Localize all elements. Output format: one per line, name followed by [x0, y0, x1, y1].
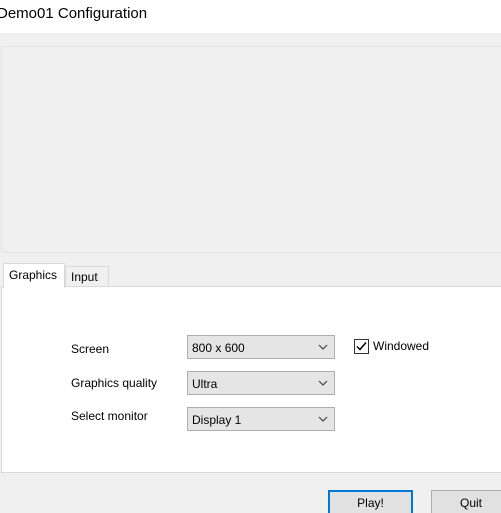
windowed-option[interactable]: Windowed — [354, 337, 429, 355]
title-bar: Demo01 Configuration — [0, 0, 501, 33]
monitor-value: Display 1 — [192, 413, 242, 427]
graphics-quality-value: Ultra — [192, 377, 218, 391]
select-monitor-label: Select monitor — [71, 409, 148, 423]
graphics-quality-select[interactable]: Ultra — [187, 371, 335, 395]
tab-graphics[interactable]: Graphics — [3, 263, 65, 288]
quit-button[interactable]: Quit — [431, 490, 501, 513]
chevron-down-icon — [318, 344, 328, 350]
screen-resolution-select[interactable]: 800 x 600 — [187, 335, 335, 359]
banner-image-area — [1, 46, 501, 253]
config-window: Demo01 Configuration Graphics Input Scre… — [0, 0, 501, 513]
chevron-down-icon — [318, 416, 328, 422]
graphics-tab-panel: Screen 800 x 600 Graphics quality Ultra … — [1, 286, 501, 473]
monitor-select[interactable]: Display 1 — [187, 407, 335, 431]
tab-input[interactable]: Input — [65, 266, 109, 287]
windowed-label: Windowed — [373, 339, 430, 353]
check-icon — [356, 341, 367, 351]
chevron-down-icon — [318, 380, 328, 386]
windowed-checkbox[interactable] — [354, 338, 369, 354]
graphics-quality-label: Graphics quality — [71, 376, 158, 390]
screen-label: Screen — [71, 342, 110, 356]
window-title: Demo01 Configuration — [0, 5, 148, 22]
screen-resolution-value: 800 x 600 — [192, 341, 245, 355]
play-button[interactable]: Play! — [328, 490, 413, 513]
